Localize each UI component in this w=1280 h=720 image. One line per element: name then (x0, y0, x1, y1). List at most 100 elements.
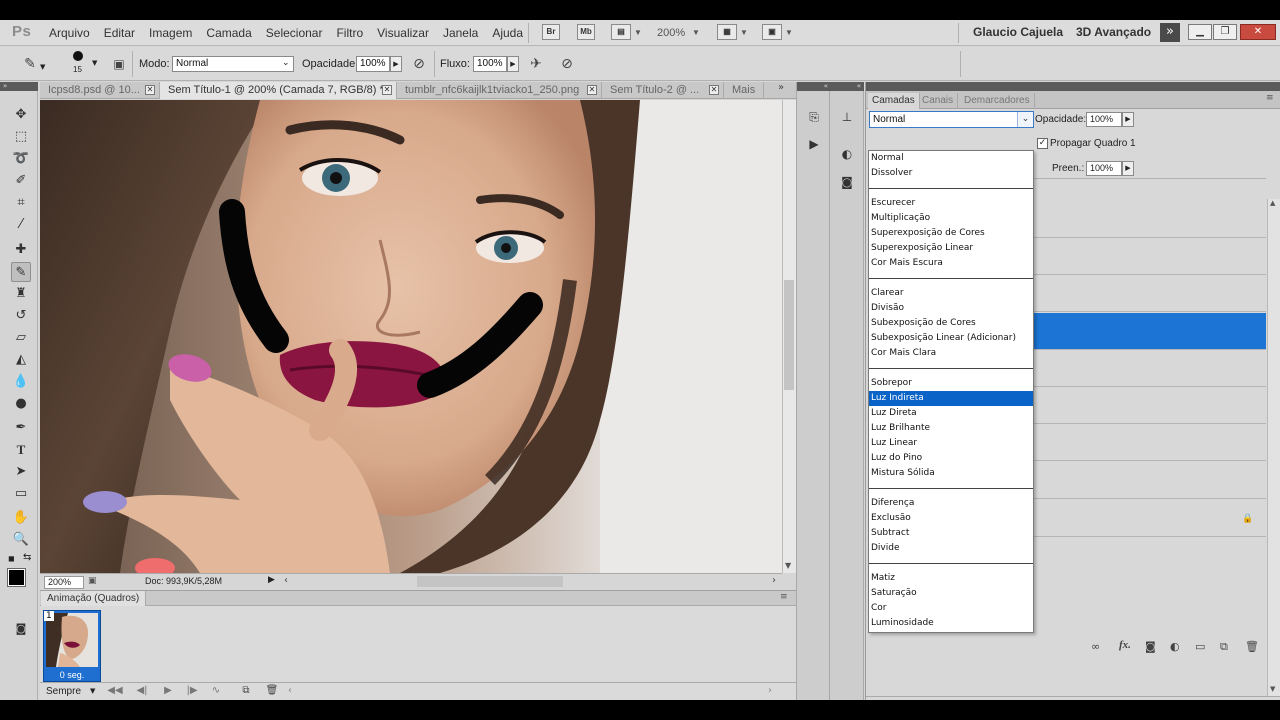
blend-option-escurecer[interactable]: Escurecer (869, 196, 1033, 211)
chevron-down-icon[interactable]: ▼ (40, 63, 45, 71)
blend-option-sobrepor[interactable]: Sobrepor (869, 376, 1033, 391)
vertical-scroll-thumb[interactable] (784, 280, 794, 390)
default-colors-icon[interactable]: ◼ (8, 554, 15, 563)
scroll-left-icon[interactable]: ‹ (288, 685, 292, 696)
close-icon[interactable]: ✕ (709, 85, 719, 95)
history-brush-tool-icon[interactable]: ↺ (11, 306, 31, 326)
collapse-icon[interactable]: « (830, 82, 864, 91)
link-layers-icon[interactable]: ∞ (1091, 640, 1100, 653)
flow-field[interactable]: 100% (473, 56, 507, 72)
blend-option-subexposicao-linear[interactable]: Subexposição Linear (Adicionar) (869, 331, 1033, 346)
delete-frame-icon[interactable]: 🗑 (262, 685, 282, 696)
bridge-button[interactable]: Br (542, 24, 560, 40)
adjustments-icon[interactable]: ◐ (836, 144, 858, 164)
blend-option-luz-direta[interactable]: Luz Direta (869, 406, 1033, 421)
spot-healing-tool-icon[interactable]: ✚ (11, 240, 31, 260)
tablet-pressure-opacity-icon[interactable]: ⊘ (409, 54, 429, 74)
foreground-color-swatch[interactable] (7, 568, 26, 587)
close-icon[interactable]: ✕ (587, 85, 597, 95)
eraser-tool-icon[interactable]: ▱ (11, 328, 31, 348)
tab-document-2[interactable]: Sem Título-1 @ 200% (Camada 7, RGB/8) * … (160, 82, 397, 99)
previous-frame-icon[interactable]: ◀| (132, 685, 152, 696)
next-frame-icon[interactable]: |▶ (182, 685, 202, 696)
masks-icon[interactable]: ◙ (836, 172, 858, 192)
layer-row[interactable] (1034, 462, 1266, 499)
user-name[interactable]: Glaucio Cajuela (973, 25, 1063, 39)
chevron-down-icon[interactable]: ▼ (634, 28, 642, 37)
menu-selecionar[interactable]: Selecionar (259, 26, 330, 40)
quick-mask-icon[interactable]: ◙ (11, 619, 31, 639)
blend-option-subexposicao-cores[interactable]: Subexposição de Cores (869, 316, 1033, 331)
blend-option-dissolver[interactable]: Dissolver (869, 166, 1033, 181)
blend-mode-select[interactable]: Normal (869, 111, 1034, 128)
panel-menu-icon[interactable]: ≡ (1266, 93, 1274, 103)
zoom-field[interactable]: 200% (44, 576, 84, 589)
frame-delay[interactable]: 0 seg. (43, 669, 101, 681)
type-tool-icon[interactable]: T (11, 440, 31, 460)
brush-panel-icon[interactable]: ▣ (109, 54, 129, 74)
history-panel-icon[interactable]: ⎘ (803, 107, 825, 127)
blend-option-divisao[interactable]: Divisão (869, 301, 1033, 316)
paint-bucket-tool-icon[interactable]: ◭ (11, 350, 31, 370)
tab-animation[interactable]: Animação (Quadros) (41, 591, 147, 606)
blend-option-cor-mais-escura[interactable]: Cor Mais Escura (869, 256, 1033, 271)
brush-tool-preset-icon[interactable]: ✎ (20, 54, 40, 74)
layer-row[interactable] (1034, 424, 1266, 461)
chevron-down-icon[interactable]: ▼ (92, 59, 97, 67)
collapse-icon[interactable]: » (0, 82, 38, 91)
blend-option-luminosidade[interactable]: Luminosidade (869, 616, 1033, 631)
chevron-down-icon[interactable]: ▼ (90, 687, 95, 695)
opacity-slider-icon[interactable]: ▶ (390, 56, 402, 72)
blend-option-divide[interactable]: Divide (869, 541, 1033, 556)
blur-tool-icon[interactable]: 💧 (11, 372, 31, 392)
tab-more-documents[interactable]: Mais (724, 82, 764, 99)
blend-option-luz-do-pino[interactable]: Luz do Pino (869, 451, 1033, 466)
add-mask-icon[interactable]: ◙ (1145, 640, 1156, 653)
hand-tool-icon[interactable]: ✋ (11, 508, 31, 528)
brush-tip-icon[interactable] (73, 51, 83, 61)
flow-slider-icon[interactable]: ▶ (507, 56, 519, 72)
menu-arquivo[interactable]: Arquivo (42, 26, 97, 40)
horizontal-scroll-thumb[interactable] (417, 576, 563, 587)
layer-row[interactable] (1034, 275, 1266, 312)
blend-option-cor[interactable]: Cor (869, 601, 1033, 616)
layer-style-icon[interactable]: fx. (1119, 639, 1131, 651)
new-layer-icon[interactable]: ⧉ (1220, 640, 1228, 654)
loop-options[interactable]: Sempre (46, 686, 81, 697)
tab-document-1[interactable]: Icpsd8.psd @ 10... ✕ (40, 82, 160, 99)
more-tabs-icon[interactable]: » (778, 82, 784, 93)
chevron-down-icon[interactable]: ▼ (785, 28, 793, 37)
layer-row-background[interactable] (1034, 500, 1266, 537)
menu-imagem[interactable]: Imagem (142, 26, 199, 40)
airbrush-icon[interactable]: ✈ (526, 54, 546, 74)
blend-option-superexposicao-cores[interactable]: Superexposição de Cores (869, 226, 1033, 241)
zoom-level[interactable]: 200% (657, 27, 685, 39)
tab-camadas[interactable]: Camadas (868, 93, 920, 109)
scroll-right-icon[interactable]: › (772, 575, 776, 586)
more-workspaces-icon[interactable]: » (1160, 23, 1180, 42)
tab-document-3[interactable]: tumblr_nfc6kaijlk1tviacko1_250.png ✕ (397, 82, 602, 99)
tablet-pressure-size-icon[interactable]: ⊘ (557, 54, 577, 74)
close-icon[interactable]: ✕ (1240, 24, 1276, 40)
tween-icon[interactable]: ∿ (206, 685, 226, 696)
layer-row[interactable] (1034, 350, 1266, 387)
layer-row[interactable] (1034, 238, 1266, 275)
scroll-left-icon[interactable]: ‹ (284, 575, 288, 586)
blend-mode-dropdown[interactable]: Normal Dissolver Escurecer Multiplicação… (868, 150, 1034, 633)
menu-visualizar[interactable]: Visualizar (370, 26, 436, 40)
restore-icon[interactable]: ❐ (1213, 24, 1237, 40)
propagate-checkbox[interactable]: ✓ (1037, 138, 1048, 149)
rectangle-tool-icon[interactable]: ▭ (11, 484, 31, 504)
clone-source-icon[interactable]: ⊥ (836, 107, 858, 127)
play-icon[interactable]: ▶ (158, 685, 178, 696)
crop-tool-icon[interactable]: ⌗ (11, 193, 31, 213)
path-selection-tool-icon[interactable]: ➤ (11, 462, 31, 482)
adjustment-layer-icon[interactable]: ◐ (1170, 640, 1180, 653)
delete-layer-icon[interactable]: 🗑 (1245, 640, 1259, 653)
menu-ajuda[interactable]: Ajuda (485, 26, 530, 40)
scroll-down-icon[interactable]: ▼ (785, 561, 791, 570)
document-canvas[interactable] (40, 100, 782, 573)
tab-canais[interactable]: Canais (918, 93, 959, 109)
blend-option-multiplicacao[interactable]: Multiplicação (869, 211, 1033, 226)
quick-selection-tool-icon[interactable]: ✐ (11, 171, 31, 191)
